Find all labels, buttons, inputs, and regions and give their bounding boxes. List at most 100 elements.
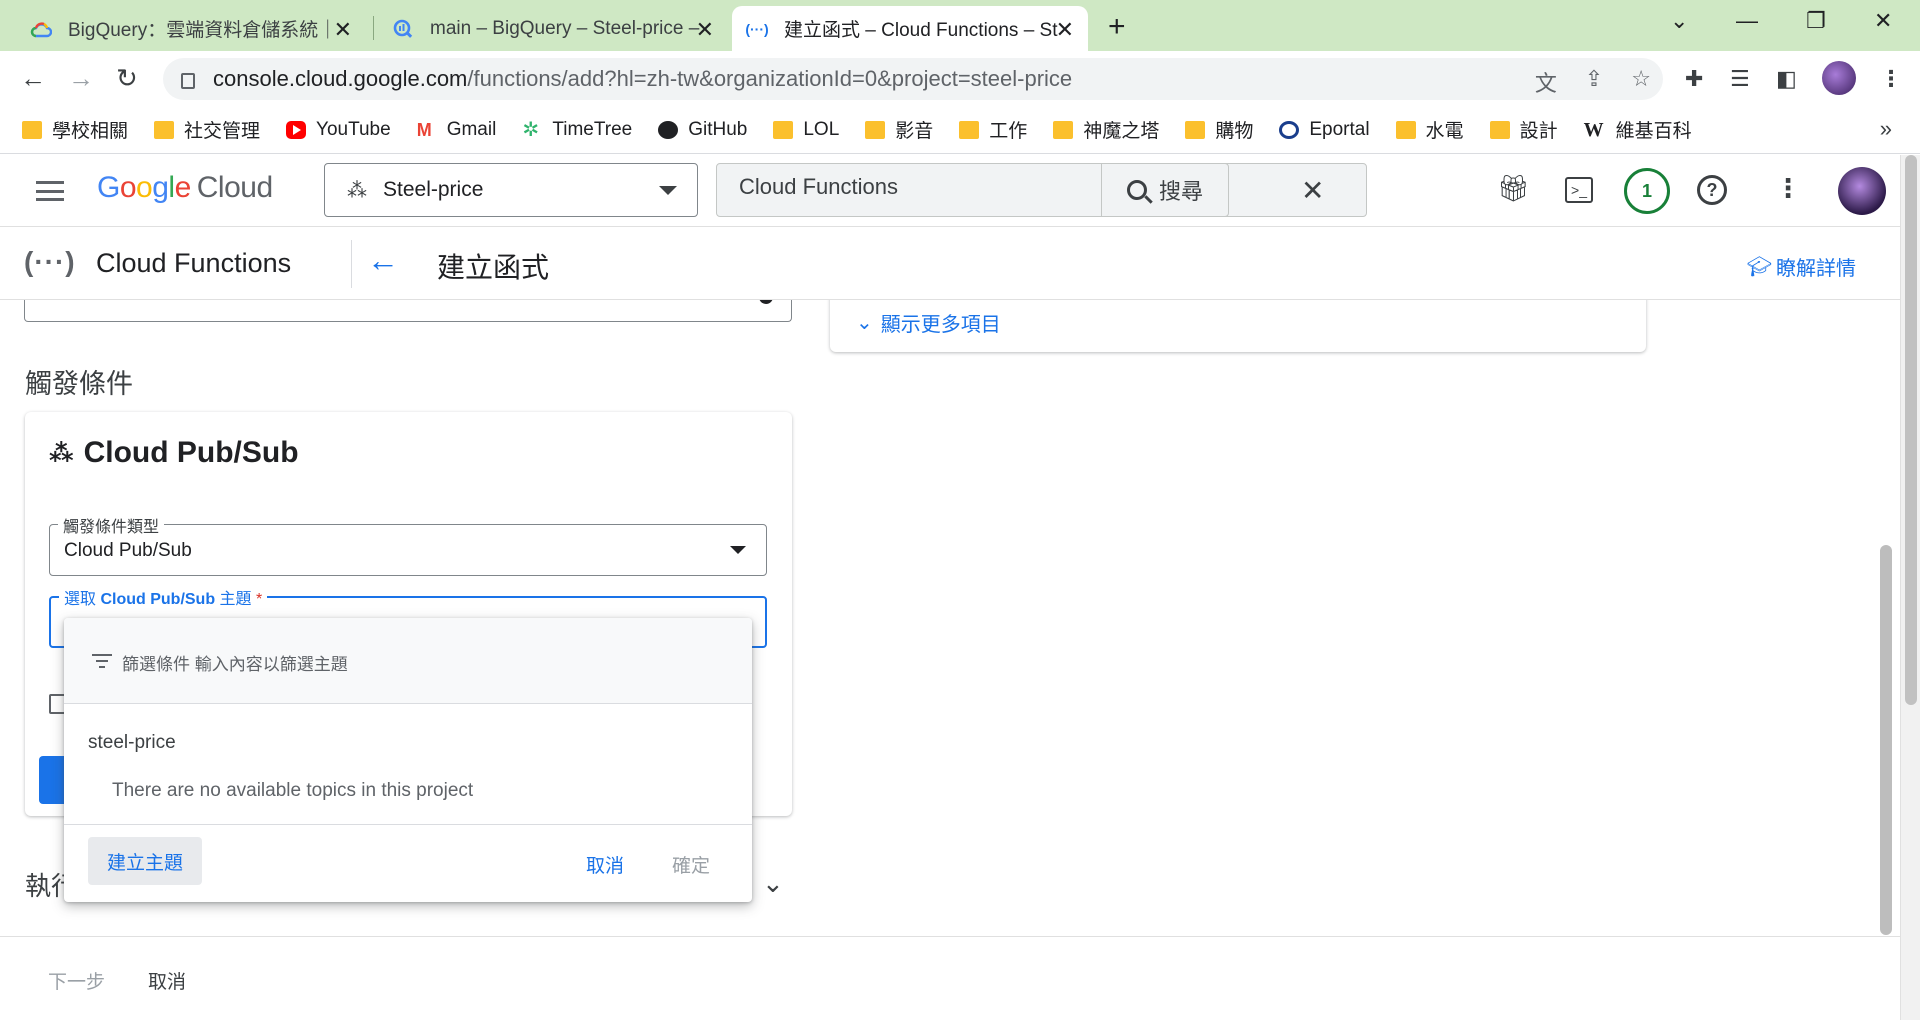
info-card: ⌄ 顯示更多項目 [830, 300, 1646, 352]
folder-icon [1185, 120, 1206, 139]
filter-icon [92, 654, 112, 668]
google-cloud-logo[interactable]: Google Cloud [97, 171, 273, 205]
extensions-icon[interactable]: ✚ [1685, 66, 1703, 92]
side-panel-icon[interactable]: ◧ [1776, 66, 1797, 92]
card-title: ⁂ Cloud Pub/Sub [49, 436, 299, 469]
back-arrow-icon[interactable]: ← [367, 242, 399, 279]
page-scrollbar-track[interactable] [1900, 155, 1920, 1020]
cloud-functions-icon: (···) [24, 246, 76, 277]
bookmark-item[interactable]: W 維基百科 [1584, 116, 1692, 143]
bookmark-item[interactable]: Eportal [1279, 119, 1370, 141]
omnibox-actions: 文 ⇪ ☆ [1535, 66, 1651, 98]
address-bar[interactable]: console.cloud.google.com/functions/add?h… [163, 58, 1663, 100]
tab-search-icon[interactable]: ⌄ [1670, 8, 1688, 34]
lock-icon [181, 73, 195, 89]
wikipedia-icon: W [1583, 118, 1604, 141]
star-icon[interactable]: ☆ [1631, 66, 1651, 98]
cancel-button[interactable]: 取消 [148, 967, 186, 994]
topic-dropdown: 篩選條件 輸入內容以篩選主題 steel-price There are no … [64, 618, 752, 902]
avatar[interactable] [1838, 167, 1886, 215]
close-icon[interactable]: ✕ [1056, 17, 1074, 43]
gcp-header: GoogleCloud ⁂ Steel-price ✕ 搜尋 🎁︎ >_ 1 ?… [0, 155, 1900, 227]
back-icon[interactable]: ← [20, 63, 46, 94]
browser-profile-avatar[interactable] [1822, 61, 1856, 95]
browser-tab-bigquery[interactable]: BigQuery：雲端資料倉儲系統｜ ✕ [16, 6, 366, 51]
bigquery-icon [392, 18, 414, 40]
next-button[interactable]: 下一步 [48, 967, 105, 994]
forward-icon[interactable]: → [68, 63, 94, 94]
navigation-menu-icon[interactable] [36, 181, 64, 201]
more-options-icon[interactable]: ⋮ [1775, 173, 1801, 204]
cloud-shell-icon[interactable]: >_ [1565, 177, 1593, 203]
minimize-icon[interactable]: — [1736, 8, 1758, 34]
bookmark-item[interactable]: ✲ TimeTree [522, 119, 632, 141]
youtube-icon [286, 120, 307, 139]
trigger-section-title: 觸發條件 [25, 369, 133, 399]
browser-tab-cloud-functions[interactable]: (···) 建立函式 – Cloud Functions – St ✕ [732, 6, 1088, 51]
media-control-icon[interactable]: ☰ [1730, 66, 1750, 92]
folder-icon [865, 120, 886, 139]
chevron-down-icon[interactable]: ⌄ [762, 868, 784, 899]
project-picker[interactable]: ⁂ Steel-price [324, 163, 698, 217]
trigger-type-select[interactable]: 觸發條件類型 Cloud Pub/Sub [49, 513, 767, 576]
search-icon [1126, 180, 1147, 200]
bookmark-item[interactable]: 影音 [865, 116, 933, 143]
eportal-icon [1279, 120, 1300, 139]
close-icon[interactable]: ✕ [334, 17, 352, 43]
browser-tab-bigquery-main[interactable]: main – BigQuery – Steel-price – ✕ [378, 6, 728, 51]
folder-icon [1053, 120, 1074, 139]
folder-icon [773, 120, 794, 139]
learn-more-link[interactable]: 🎓︎ 瞭解詳情 [1747, 252, 1856, 281]
browser-toolbar: ← → ↻ console.cloud.google.com/functions… [0, 51, 1920, 106]
window-close-icon[interactable]: ✕ [1874, 8, 1892, 34]
tab-title: main – BigQuery – Steel-price – [430, 17, 700, 39]
page-scrollbar-thumb[interactable] [1905, 155, 1917, 705]
page-title: 建立函式 [437, 252, 550, 283]
notifications-badge[interactable]: 1 [1624, 168, 1670, 214]
gift-icon[interactable]: 🎁︎ [1497, 173, 1530, 204]
bookmark-item[interactable]: LOL [773, 119, 839, 141]
dropdown-cancel-button[interactable]: 取消 [586, 851, 624, 878]
share-icon[interactable]: ⇪ [1585, 66, 1603, 98]
topic-label: 選取 Cloud Pub/Sub 主題 * [59, 585, 268, 609]
create-topic-button[interactable]: 建立主題 [88, 837, 202, 885]
bookmark-item[interactable]: 神魔之塔 [1053, 116, 1159, 143]
cloud-functions-icon: (···) [745, 20, 769, 37]
bookmark-item[interactable]: 水電 [1395, 116, 1464, 143]
topic-filter[interactable]: 篩選條件 輸入內容以篩選主題 [64, 618, 752, 704]
help-icon[interactable]: ? [1697, 175, 1727, 205]
search-button[interactable]: 搜尋 [1101, 163, 1229, 217]
tab-title: 建立函式 – Cloud Functions – St [784, 20, 1058, 41]
previous-field[interactable] [24, 300, 792, 322]
translate-icon[interactable]: 文 [1535, 66, 1557, 98]
bookmark-item[interactable]: 購物 [1185, 116, 1253, 143]
project-icon: ⁂ [347, 179, 367, 202]
filter-placeholder: 篩選條件 輸入內容以篩選主題 [122, 655, 348, 674]
reload-icon[interactable]: ↻ [116, 63, 138, 94]
bookmarks-overflow-button[interactable]: » [1880, 116, 1892, 142]
bookmark-item[interactable]: 工作 [959, 116, 1027, 143]
browser-menu-icon[interactable]: ⋮ [1880, 66, 1902, 92]
dropdown-ok-button[interactable]: 確定 [672, 851, 710, 878]
restore-icon[interactable]: ❐ [1806, 8, 1826, 34]
show-more-link[interactable]: ⌄ 顯示更多項目 [856, 308, 1001, 337]
empty-state-message: There are no available topics in this pr… [112, 780, 474, 801]
folder-icon [22, 120, 42, 139]
pubsub-icon: ⁂ [49, 439, 74, 467]
bookmark-item[interactable]: 社交管理 [154, 116, 260, 143]
content-scrollbar[interactable] [1880, 545, 1892, 935]
new-tab-button[interactable]: + [1108, 10, 1126, 44]
close-icon[interactable]: ✕ [696, 17, 714, 43]
bookmark-item[interactable]: 學校相關 [22, 116, 128, 143]
bookmark-item[interactable]: 設計 [1489, 116, 1558, 143]
bookmark-item[interactable]: M Gmail [417, 119, 497, 141]
clear-search-icon[interactable]: ✕ [1301, 174, 1324, 207]
google-cloud-icon [30, 18, 52, 40]
url-text: console.cloud.google.com/functions/add?h… [213, 66, 1073, 91]
project-name: Steel-price [383, 178, 484, 201]
divider [351, 240, 352, 288]
trigger-type-label: 觸發條件類型 [58, 513, 165, 537]
dropdown-footer: 建立主題 取消 確定 [64, 824, 752, 902]
bookmark-item[interactable]: GitHub [658, 119, 747, 141]
bookmark-item[interactable]: YouTube [286, 119, 391, 141]
